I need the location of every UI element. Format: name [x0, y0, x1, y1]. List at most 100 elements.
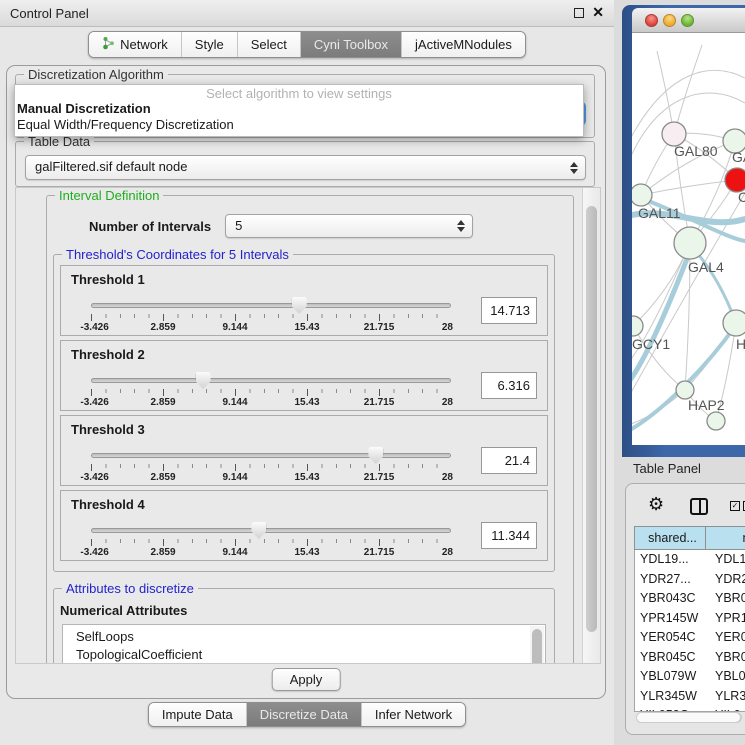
table-row[interactable]: YBR045CYBR0: [635, 648, 745, 668]
combo-stepper-icon: [457, 220, 465, 232]
cyni-toolbox-panel: Discretization Algorithm Select algorith…: [6, 65, 606, 699]
tab-select[interactable]: Select: [238, 32, 301, 57]
threshold-1-slider[interactable]: -3.426 2.859 9.144 15.43 21.715 28: [91, 296, 451, 334]
threshold-3-slider[interactable]: -3.426 2.859 9.144 15.43 21.715 28: [91, 446, 451, 484]
settings-scrollpane: Interval Definition Number of Intervals …: [15, 187, 601, 664]
thresholds-group-title: Threshold's Coordinates for 5 Intervals: [62, 247, 293, 262]
table-body: YDL19...YDL1 YDR27...YDR2 YBR043CYBR0 YP…: [634, 550, 745, 712]
vertical-scrollbar[interactable]: [582, 188, 600, 663]
network-canvas[interactable]: GAL80 GA C GAL11 GAL4 GCY1 H HAP2: [632, 33, 745, 445]
node-gal4: [674, 227, 706, 259]
gear-icon[interactable]: ⚙: [648, 494, 664, 515]
node-gcy1: [632, 316, 643, 336]
threshold-panel-4: Threshold 4 -3.426 2.859 9.144 15.43: [60, 490, 548, 561]
close-traffic-light-icon[interactable]: [645, 14, 658, 27]
control-panel-window: Control Panel ✕ Network Style Select Cyn…: [0, 0, 614, 745]
node-label-hap2: HAP2: [688, 397, 725, 413]
node-label-gal80: GAL80: [674, 143, 718, 159]
slider-track[interactable]: [91, 528, 451, 533]
slider-thumb[interactable]: [251, 522, 266, 539]
node-bottom: [707, 412, 725, 430]
network-view-window: GAL80 GA C GAL11 GAL4 GCY1 H HAP2: [622, 5, 745, 457]
list-scrollbar[interactable]: [530, 626, 544, 664]
dropdown-option-manual[interactable]: Manual Discretization: [15, 101, 583, 117]
node-label-ga: GA: [732, 149, 745, 165]
table-data-combobox[interactable]: galFiltered.sif default node: [25, 155, 586, 180]
table-data-group: Table Data galFiltered.sif default node: [15, 141, 595, 187]
threshold-panel-1: Threshold 1 -3.426 2.859 9.144 15.43: [60, 265, 548, 336]
minimize-traffic-light-icon[interactable]: [663, 14, 676, 27]
interval-definition-group: Interval Definition Number of Intervals …: [46, 195, 574, 664]
attributes-group-title: Attributes to discretize: [62, 581, 198, 596]
column-header-name[interactable]: na: [706, 526, 745, 550]
thresholds-group: Threshold's Coordinates for 5 Intervals …: [53, 254, 555, 572]
threshold-2-slider[interactable]: -3.426 2.859 9.144 15.43 21.715 28: [91, 371, 451, 409]
tab-infer-network[interactable]: Infer Network: [362, 703, 465, 726]
tab-style[interactable]: Style: [182, 32, 238, 57]
table-row[interactable]: YPR145WYPR1: [635, 609, 745, 629]
table-row[interactable]: YLR345WYLR3: [635, 687, 745, 707]
attributes-list: SelfLoops TopologicalCoefficient Between…: [62, 624, 546, 664]
algorithm-placeholder: Select algorithm to view settings: [15, 85, 583, 101]
node-gal11: [632, 184, 652, 206]
table-header-row: shared... na: [634, 526, 745, 550]
slider-thumb[interactable]: [196, 372, 211, 389]
network-window-titlebar: [632, 8, 745, 33]
node-label-gal11: GAL11: [638, 205, 681, 221]
tab-cyni-toolbox[interactable]: Cyni Toolbox: [301, 32, 402, 57]
table-row[interactable]: YBR043CYBR0: [635, 589, 745, 609]
combo-stepper-icon: [570, 162, 578, 174]
bottom-tab-bar: Impute Data Discretize Data Infer Networ…: [0, 702, 614, 727]
attributes-group: Attributes to discretize Numerical Attri…: [53, 588, 555, 664]
checkbox-icon[interactable]: ✓: [730, 501, 740, 511]
threshold-panel-3: Threshold 3 -3.426 2.859 9.144 15.43: [60, 415, 548, 486]
float-window-icon[interactable]: [574, 8, 584, 18]
control-panel-titlebar: Control Panel ✕: [0, 0, 614, 27]
threshold-1-value-field[interactable]: 14.713: [481, 297, 537, 324]
split-columns-icon[interactable]: [690, 498, 708, 515]
list-item[interactable]: BetweennessCentrality: [63, 663, 545, 664]
tab-impute-data[interactable]: Impute Data: [149, 703, 247, 726]
table-row[interactable]: YDR27...YDR2: [635, 570, 745, 590]
tab-jactivemnodules[interactable]: jActiveMNodules: [402, 32, 525, 57]
apply-button[interactable]: Apply: [272, 668, 341, 691]
numerical-attributes-label: Numerical Attributes: [60, 603, 554, 618]
table-row[interactable]: YDL19...YDL1: [635, 550, 745, 570]
tab-discretize-data[interactable]: Discretize Data: [247, 703, 362, 726]
slider-track[interactable]: [91, 453, 451, 458]
threshold-4-value-field[interactable]: 11.344: [481, 522, 537, 549]
list-item[interactable]: SelfLoops: [63, 628, 545, 646]
close-icon[interactable]: ✕: [592, 4, 604, 21]
dropdown-option-equal-width[interactable]: Equal Width/Frequency Discretization: [15, 117, 583, 133]
scrollbar-thumb[interactable]: [586, 206, 597, 632]
slider-thumb[interactable]: [368, 447, 383, 464]
tab-network[interactable]: Network: [89, 32, 182, 57]
slider-track[interactable]: [91, 378, 451, 383]
horizontal-scrollbar[interactable]: [636, 712, 742, 723]
node-label-h: H: [736, 336, 745, 352]
node-label-c: C: [738, 189, 745, 205]
threshold-3-value-field[interactable]: 21.4: [481, 447, 537, 474]
scrollbar-thumb[interactable]: [637, 713, 740, 722]
slider-track[interactable]: [91, 303, 451, 308]
table-row[interactable]: YER054CYER0: [635, 628, 745, 648]
column-header-shared[interactable]: shared...: [634, 526, 706, 550]
table-panel-window: ⚙ ✓ ✓ shared... na YDL19...YDL1 YDR27...…: [625, 483, 745, 735]
num-intervals-label: Number of Intervals: [89, 219, 211, 234]
num-intervals-combobox[interactable]: 5: [225, 214, 473, 238]
threshold-panel-2: Threshold 2 -3.426 2.859 9.144 15.43: [60, 340, 548, 411]
zoom-traffic-light-icon[interactable]: [681, 14, 694, 27]
algorithm-group-title: Discretization Algorithm: [24, 67, 168, 82]
interval-group-title: Interval Definition: [55, 188, 163, 203]
table-row[interactable]: YBL079WYBL0: [635, 667, 745, 687]
threshold-2-value-field[interactable]: 6.316: [481, 372, 537, 399]
slider-thumb[interactable]: [292, 297, 307, 314]
algorithm-dropdown-popup: Select algorithm to view settings Manual…: [14, 84, 584, 137]
node-label-gcy1: GCY1: [632, 336, 670, 352]
node-label-gal4: GAL4: [688, 259, 724, 275]
panel-title: Control Panel: [10, 6, 89, 21]
list-item[interactable]: TopologicalCoefficient: [63, 646, 545, 664]
threshold-4-slider[interactable]: -3.426 2.859 9.144 15.43 21.715 28: [91, 521, 451, 559]
node-h: [723, 310, 745, 336]
network-graph: [632, 33, 745, 445]
